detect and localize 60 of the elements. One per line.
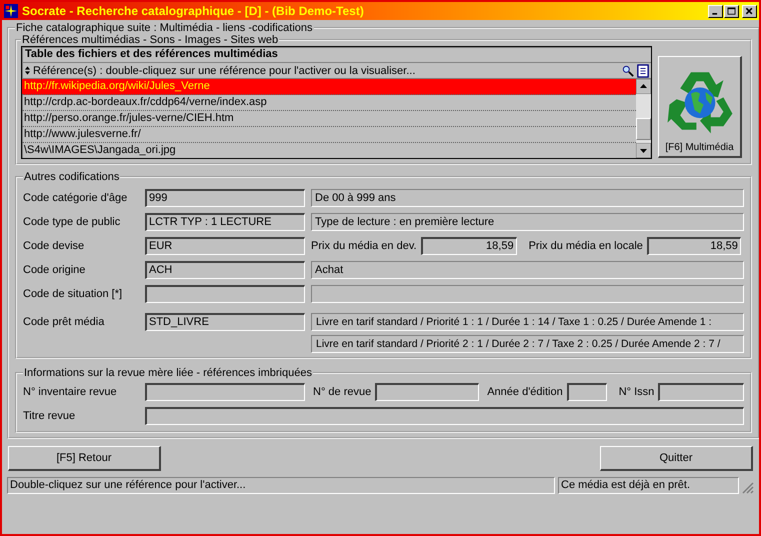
field-label: Prix du média en locale [528,239,643,254]
back-button[interactable]: [F5] Retour [8,446,161,471]
minimize-icon[interactable] [708,4,723,18]
reference-row[interactable]: http://crdp.ac-bordeaux.fr/cddp64/verne/index.asp [22,95,636,111]
field-label: Code type de public [23,215,122,230]
sort-icon[interactable] [25,66,30,75]
field-label: N° Issn [618,386,654,398]
group-label: Fiche catalographique suite : Multimédia - liens -codifications [15,22,314,34]
price-field[interactable]: 18,59 [646,237,741,255]
scroll-down-button[interactable] [636,143,651,158]
group-label: Informations sur la revue mère liée - références imbriquées [23,367,313,379]
field-label: Code prêt média [23,315,106,330]
quit-button[interactable]: Quitter [600,446,753,471]
loan-terms-field: Livre en tarif standard / Priorité 2 : 1 / Durée 2 : 7 / Taxe 2 : 0.25 / Durée Amende 2 : 7 / [311,335,744,353]
year-field[interactable] [566,383,607,401]
field-label: Titre revue [23,409,76,424]
column-header: Référence(s) : double-cliquez sur une référence pour l'activer ou la visualiser... [33,64,416,76]
status-text: Double-cliquez sur une référence pour l'activer... [7,477,555,494]
reference-row[interactable]: http://perso.orange.fr/jules-verne/CIEH.htm [22,111,636,127]
window-title: Socrate - Recherche catalographique - [D] - (Bib Demo-Test) [22,4,365,18]
table-title: Table des fichiers et des références multimédias [22,47,651,63]
close-icon[interactable] [742,4,757,18]
number-field[interactable] [375,383,480,401]
description-field: Type de lecture : en première lecture [311,213,744,231]
maximize-icon[interactable] [724,4,739,18]
field-label: Code devise [23,239,86,254]
scroll-up-button[interactable] [636,79,651,94]
price-field[interactable]: 18,59 [420,237,517,255]
inventory-field[interactable] [145,383,305,401]
field-label: Code de situation [*] [23,287,124,302]
field-label: N° inventaire revue [23,385,118,400]
reference-row[interactable]: http://fr.wikipedia.org/wiki/Jules_Verne [22,79,636,95]
reference-row[interactable]: http://www.julesverne.fr/ [22,127,636,143]
loan-terms-field: Livre en tarif standard / Priorité 1 : 1 / Durée 1 : 14 / Taxe 1 : 0.25 / Durée Amende 1 : [311,313,744,331]
code-field[interactable]: LCTR TYP : 1 LECTURE [145,213,305,231]
field-label: Code catégorie d'âge [23,191,128,206]
code-field[interactable]: ACH [145,261,305,279]
code-field[interactable] [145,285,305,303]
field-label: Année d'édition [487,386,563,398]
field-label: Code origine [23,263,86,278]
multimedia-button[interactable]: [F6] Multimédia [658,56,742,158]
status-text: Ce média est déjà en prêt. [558,477,739,494]
document-icon[interactable] [637,64,649,78]
description-field: De 00 à 999 ans [311,189,744,207]
group-label: Autres codifications [23,171,120,183]
field-label: Prix du média en dev. [311,239,417,254]
group-label: Références multimédias - Sons - Images - Sites web [21,34,280,46]
description-field: Achat [311,261,744,279]
app-icon [4,4,18,18]
search-icon[interactable] [622,64,634,76]
resize-grip-icon[interactable] [742,482,754,494]
code-field[interactable]: EUR [145,237,305,255]
reference-row[interactable]: \S4w\IMAGES\Jangada_ori.jpg [22,143,636,158]
scroll-thumb[interactable] [636,118,651,140]
code-field[interactable]: 999 [145,189,305,207]
code-field[interactable]: STD_LIVRE [145,313,305,331]
issn-field[interactable] [658,383,744,401]
field-label: N° de revue [313,386,372,398]
title-field[interactable] [145,407,744,425]
scrollbar[interactable] [636,79,651,158]
